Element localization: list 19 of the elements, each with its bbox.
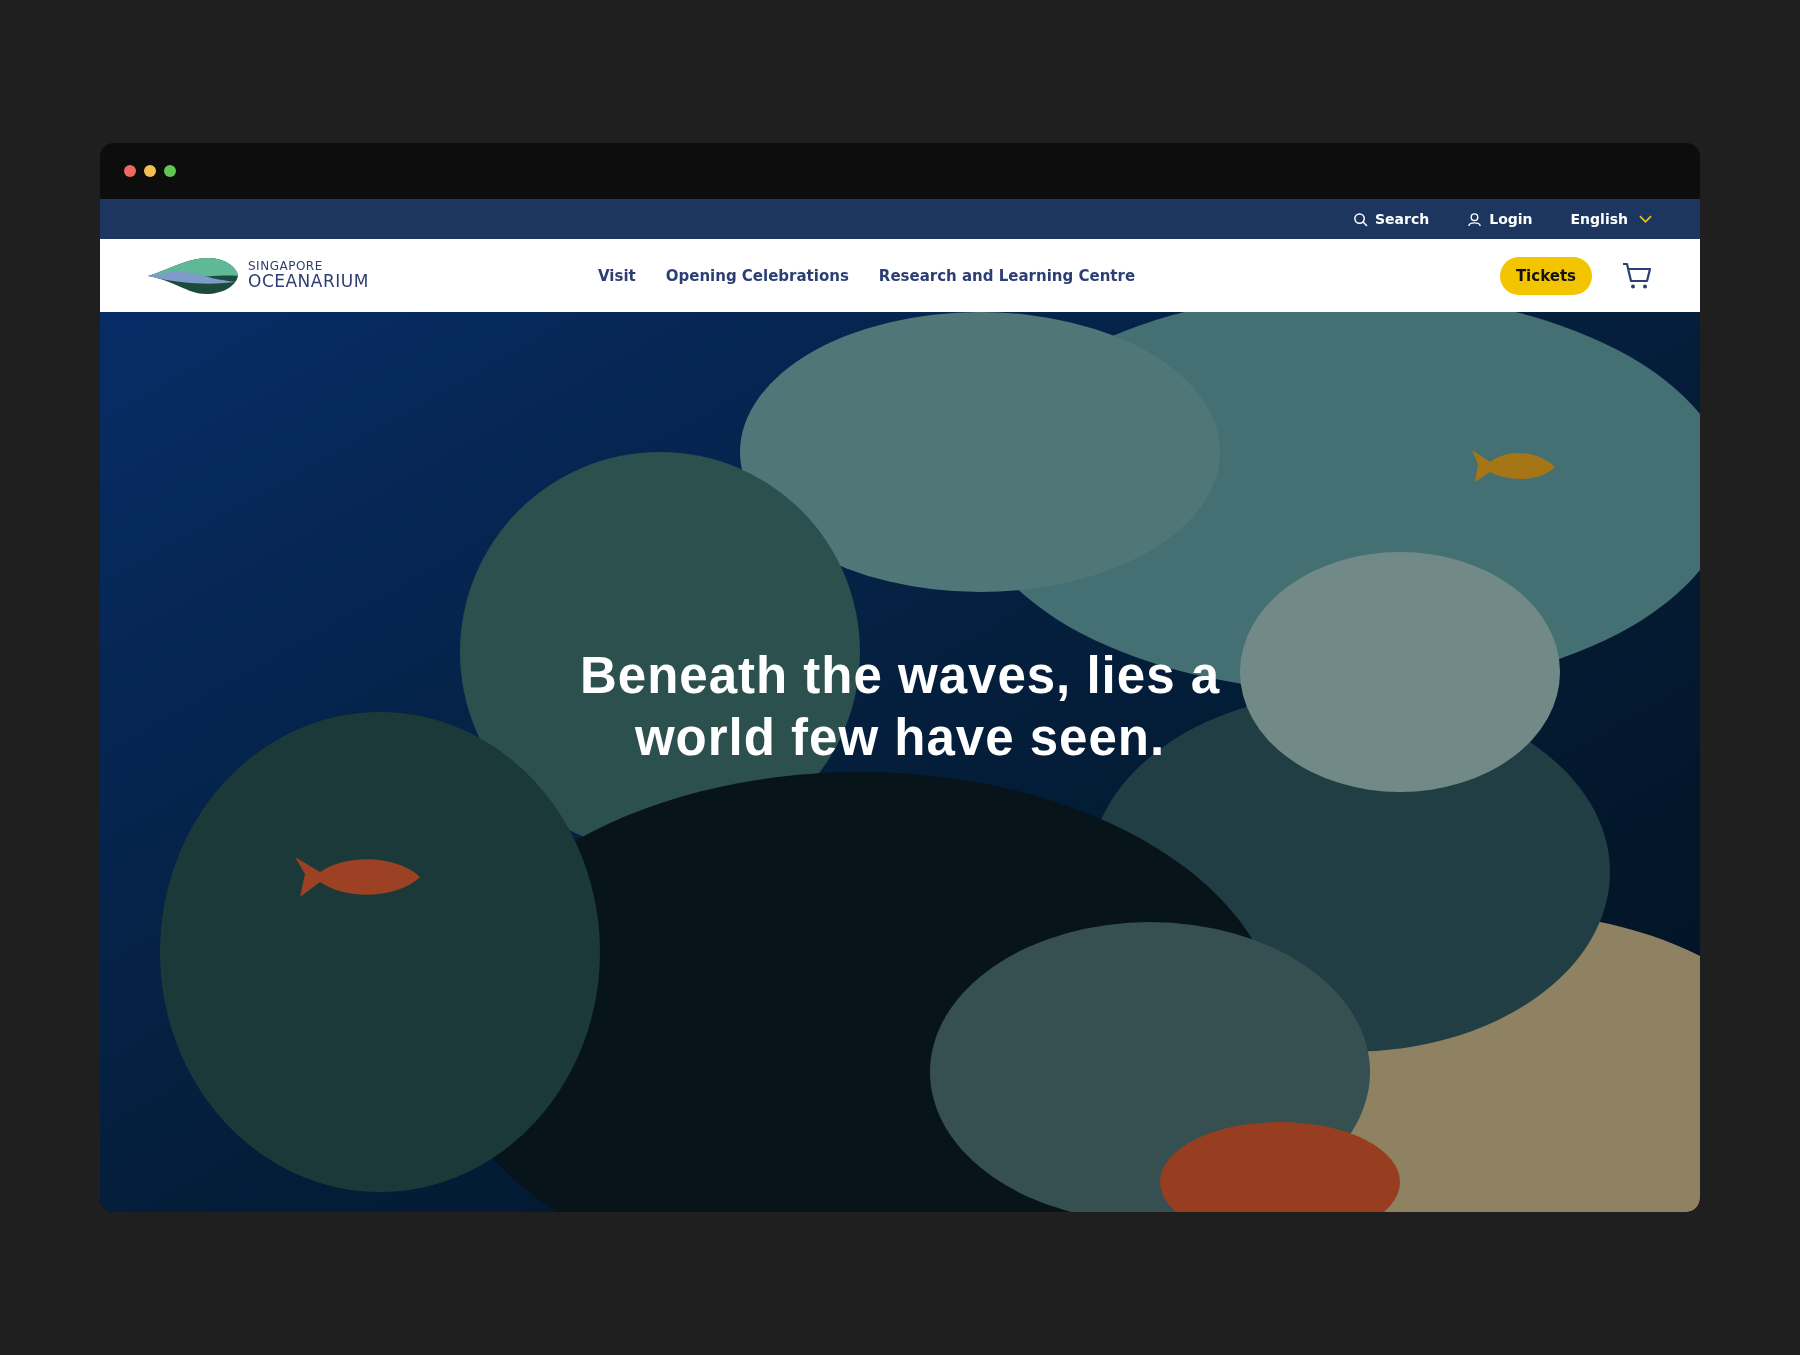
search-icon <box>1353 211 1368 227</box>
nav-link[interactable]: Visit <box>598 266 636 285</box>
nav-link[interactable]: Research and Learning Centre <box>878 266 1136 285</box>
tickets-button[interactable]: Tickets <box>1499 256 1592 295</box>
language-selector[interactable]: English <box>1570 211 1652 227</box>
nav-link[interactable]: Opening Celebrations <box>665 266 849 285</box>
shopping-cart-icon[interactable] <box>1622 261 1652 290</box>
logo[interactable]: SINGAPORE OCEANARIUM <box>148 255 598 296</box>
zoom-dot-icon[interactable] <box>164 165 176 177</box>
close-dot-icon[interactable] <box>124 165 136 177</box>
minimize-dot-icon[interactable] <box>144 165 156 177</box>
chevron-down-icon <box>1639 215 1652 223</box>
logo-wordmark: OCEANARIUM <box>248 272 369 291</box>
login-link[interactable]: Login <box>1467 211 1533 227</box>
search-link[interactable]: Search <box>1353 211 1430 227</box>
fish-logo-icon <box>148 255 238 296</box>
hero-headline: Beneath the waves, lies a world few have seen. <box>578 646 1222 768</box>
user-icon <box>1467 211 1483 227</box>
logo-text: SINGAPORE <box>248 260 324 273</box>
